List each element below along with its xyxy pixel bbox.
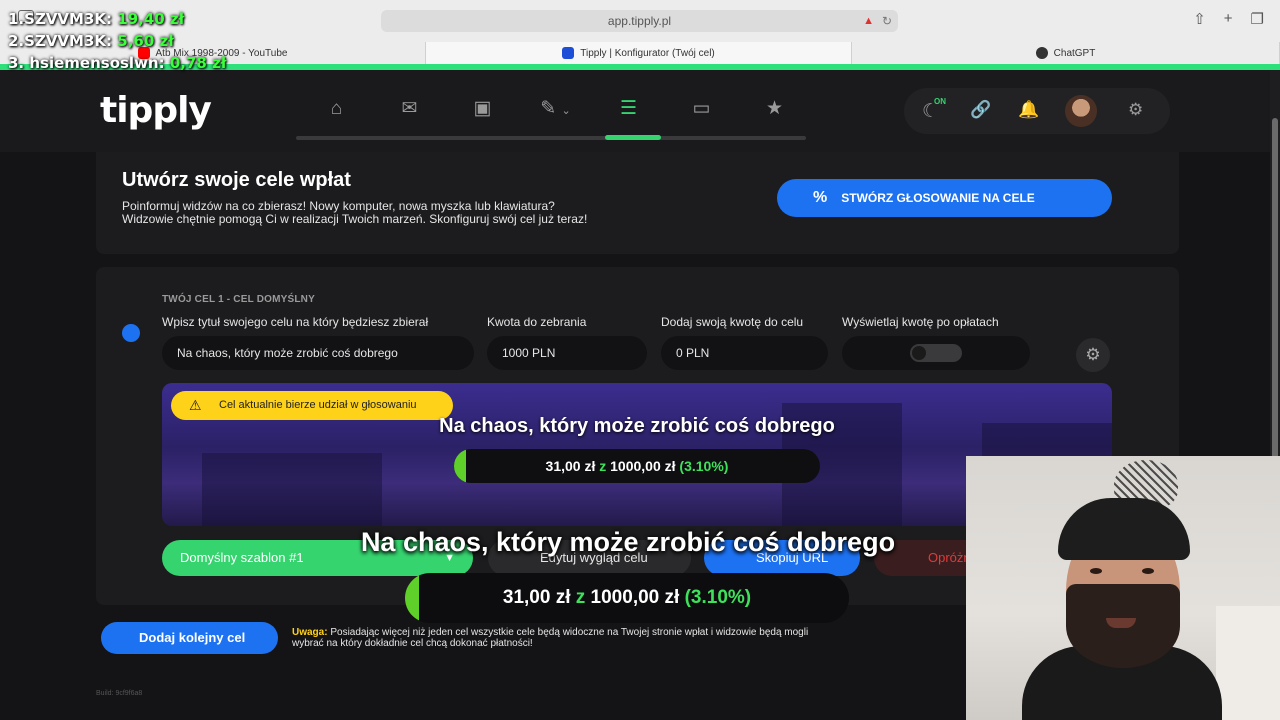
fees-toggle-box	[842, 336, 1030, 370]
ranking-row: 2.SZVVM3K: 5,60 zł	[8, 32, 174, 50]
tab-overview-icon[interactable]: ❐	[1251, 10, 1264, 28]
webcam-feed	[966, 456, 1280, 720]
star-icon[interactable]: ★	[738, 98, 811, 122]
goals-header-card: Utwórz swoje cele wpłat Poinformuj widzó…	[96, 152, 1179, 254]
gear-icon[interactable]: ⚙	[1128, 100, 1143, 120]
preview-progress-fill	[454, 449, 466, 483]
nav-indicator-track	[296, 135, 806, 140]
page-title: Utwórz swoje cele wpłat	[122, 169, 351, 191]
url-text: app.tipply.pl	[607, 14, 672, 28]
own-amount-input[interactable]: 0 PLN	[661, 336, 828, 370]
preview-scene-shape	[202, 453, 382, 526]
share-icon[interactable]: ⇧	[1193, 10, 1206, 28]
speaker-icon[interactable]: ▲	[863, 10, 874, 32]
overlay-goal-title: Na chaos, który może zrobić coś dobrego	[360, 527, 896, 557]
ranking-row: 3. hsiemensoslwn: 0,78 zł	[8, 54, 227, 72]
percent-icon: %	[813, 189, 828, 206]
add-goal-button[interactable]: Dodaj kolejny cel	[101, 622, 278, 654]
nav-user-panel: ☾ ON 🔗 🔔 ⚙	[904, 88, 1170, 134]
goal-selector-radio[interactable]	[122, 324, 140, 342]
goal-heading: TWÓJ CEL 1 - CEL DOMYŚLNY	[162, 294, 315, 305]
address-bar[interactable]: app.tipply.pl ▲ ↻	[381, 10, 898, 32]
build-version: Build: 9cf9f6a8	[96, 690, 143, 697]
nav-indicator	[605, 135, 661, 140]
window-icon[interactable]: ▭	[665, 98, 738, 122]
home-icon[interactable]: ⌂	[300, 98, 373, 122]
tipply-favicon-icon	[562, 47, 575, 59]
tab-chatgpt[interactable]: ChatGPT	[852, 42, 1280, 64]
page-description: Poinformuj widzów na co zbierasz! Nowy k…	[122, 199, 588, 226]
fees-label: Wyświetlaj kwotę po opłatach	[842, 315, 999, 329]
preview-progress-bar: 31,00 zł z 1000,00 zł (3.10%)	[454, 449, 820, 483]
bell-icon[interactable]: 🔔	[1018, 100, 1039, 120]
webcam-person-shape	[1090, 568, 1102, 574]
night-mode-badge: ON	[934, 97, 946, 106]
wallet-icon[interactable]: ▣	[446, 98, 519, 122]
webcam-person-shape	[1058, 498, 1190, 560]
chevron-down-icon: ⌄	[561, 105, 571, 117]
goals-icon[interactable]: ☰	[592, 98, 665, 122]
goal-title-input[interactable]: Na chaos, który może zrobić coś dobrego	[162, 336, 474, 370]
fees-toggle[interactable]	[910, 344, 962, 362]
own-amount-label: Dodaj swoją kwotę do celu	[661, 315, 804, 329]
new-tab-icon[interactable]: +	[1224, 10, 1233, 28]
tab-tipply[interactable]: Tipply | Konfigurator (Twój cel)	[426, 42, 852, 64]
tipply-logo[interactable]: tipply	[100, 90, 212, 131]
preview-goal-title: Na chaos, który może zrobić coś dobrego	[439, 415, 835, 437]
reload-icon[interactable]: ↻	[882, 10, 892, 32]
link-icon[interactable]: 🔗	[970, 100, 991, 120]
goal-title-label: Wpisz tytuł swojego celu na który będzie…	[162, 315, 429, 329]
inbox-icon[interactable]: ✉	[373, 98, 446, 122]
toggle-knob	[912, 346, 926, 360]
preview-progress-text: 31,00 zł z 1000,00 zł (3.10%)	[545, 458, 729, 474]
edit-icon[interactable]: ✎ ⌄	[519, 98, 592, 122]
overlay-progress-text: 31,00 zł z 1000,00 zł (3.10%)	[502, 587, 752, 608]
tab-label: ChatGPT	[1053, 47, 1096, 59]
webcam-background-shape	[1216, 606, 1280, 720]
overlay-progress-bar: 31,00 zł z 1000,00 zł (3.10%)	[405, 573, 849, 623]
chatgpt-icon	[1035, 47, 1048, 59]
ranking-row: 1.SZVVM3K: 19,40 zł	[8, 10, 185, 28]
tab-label: Tipply | Konfigurator (Twój cel)	[580, 47, 715, 59]
create-vote-button[interactable]: % STWÓRZ GŁOSOWANIE NA CELE	[777, 179, 1112, 217]
goal-settings-gear-icon[interactable]: ⚙	[1076, 338, 1110, 372]
overlay-progress-fill	[405, 573, 419, 623]
multiple-goals-note: Uwaga: Posiadając więcej niż jeden cel w…	[292, 627, 809, 649]
goal-amount-input[interactable]: 1000 PLN	[487, 336, 647, 370]
donation-ranking: 1.SZVVM3K: 19,40 zł 2.SZVVM3K: 5,60 zł 3…	[8, 8, 226, 74]
avatar[interactable]	[1065, 95, 1097, 127]
webcam-person-shape	[1142, 568, 1154, 574]
goal-amount-label: Kwota do zebrania	[487, 315, 587, 329]
